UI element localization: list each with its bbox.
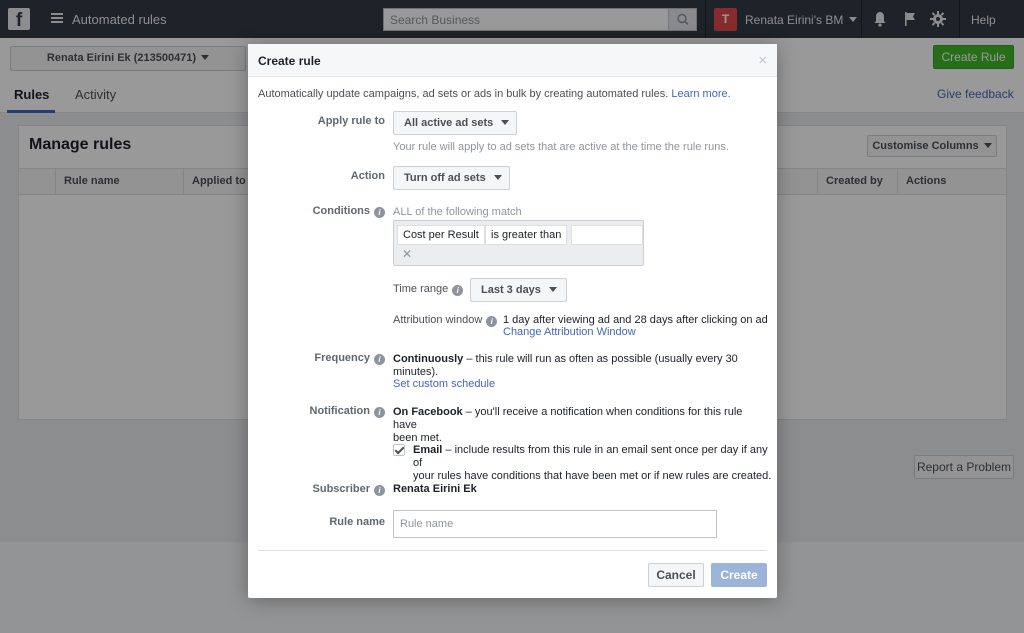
frequency-mode: Continuously xyxy=(393,353,464,365)
action-label: Action xyxy=(350,170,385,182)
time-range-value: Last 3 days xyxy=(481,284,541,296)
condition-metric-dropdown[interactable]: Cost per Result xyxy=(397,225,485,245)
subscriber-label-text: Subscriber xyxy=(312,483,370,495)
apply-rule-to-hint: Your rule will apply to ad sets that are… xyxy=(393,141,729,153)
description-text: Automatically update campaigns, ad sets … xyxy=(258,88,669,100)
create-button[interactable]: Create xyxy=(711,563,767,587)
conditions-label-text: Conditions xyxy=(312,205,370,217)
time-range-label: Time range i xyxy=(393,283,464,296)
attribution-label-text: Attribution window xyxy=(393,314,483,326)
apply-rule-to-value: All active ad sets xyxy=(404,117,494,129)
info-icon[interactable]: i xyxy=(486,316,498,327)
close-icon[interactable]: × xyxy=(758,52,767,69)
cancel-button[interactable]: Cancel xyxy=(648,563,704,587)
learn-more-link[interactable]: Learn more. xyxy=(671,88,730,100)
info-icon[interactable]: i xyxy=(452,285,464,296)
email-label: Email xyxy=(413,444,443,456)
conditions-match-text: ALL of the following match xyxy=(393,206,522,218)
notification-mode: On Facebook xyxy=(393,406,463,418)
frequency-text: – this rule will run as often as possibl… xyxy=(463,353,738,365)
frequency-label-text: Frequency xyxy=(314,352,370,364)
info-icon[interactable]: i xyxy=(374,485,385,496)
apply-rule-to-label: Apply rule to xyxy=(317,115,385,127)
condition-row: Cost per Result is greater than ✕ xyxy=(393,220,644,266)
condition-value-input[interactable] xyxy=(571,225,643,245)
email-checkbox[interactable] xyxy=(393,444,405,456)
action-dropdown[interactable]: Turn off ad sets xyxy=(393,166,510,190)
email-text: – include results from this rule in an e… xyxy=(413,444,768,469)
footer-divider xyxy=(258,550,767,551)
dialog-title: Create rule xyxy=(258,54,321,68)
condition-operator-dropdown[interactable]: is greater than xyxy=(485,225,568,245)
dialog-header: Create rule × xyxy=(248,44,777,77)
time-range-dropdown[interactable]: Last 3 days xyxy=(470,278,567,302)
dialog-description: Automatically update campaigns, ad sets … xyxy=(258,88,731,100)
conditions-label: Conditions i xyxy=(248,205,385,218)
attribution-window-label: Attribution window i xyxy=(393,314,498,327)
rule-name-input[interactable] xyxy=(393,510,717,538)
change-attribution-window-link[interactable]: Change Attribution Window xyxy=(503,326,636,339)
notification-label-text: Notification xyxy=(309,405,371,417)
frequency-label: Frequency i xyxy=(248,352,385,365)
chevron-down-icon xyxy=(493,175,502,180)
frequency-text-cont: minutes). xyxy=(393,366,439,378)
create-rule-dialog: Create rule × Automatically update campa… xyxy=(248,44,777,598)
remove-condition-icon[interactable]: ✕ xyxy=(402,247,412,261)
email-text-cont: your rules have conditions that have bee… xyxy=(413,470,772,482)
action-value: Turn off ad sets xyxy=(404,172,486,184)
frequency-description: Continuously – this rule will run as oft… xyxy=(393,353,763,379)
info-icon[interactable]: i xyxy=(374,407,385,418)
email-description: Email – include results from this rule i… xyxy=(413,444,773,483)
time-range-label-text: Time range xyxy=(393,283,449,295)
subscriber-label: Subscriber i xyxy=(248,483,385,496)
notification-description: On Facebook – you'll receive a notificat… xyxy=(393,406,763,445)
info-icon[interactable]: i xyxy=(374,207,385,218)
subscriber-value: Renata Eirini Ek xyxy=(393,483,477,495)
info-icon[interactable]: i xyxy=(374,354,385,365)
notification-label: Notification i xyxy=(248,405,385,418)
rule-name-label: Rule name xyxy=(329,516,385,528)
apply-rule-to-dropdown[interactable]: All active ad sets xyxy=(393,111,517,135)
chevron-down-icon xyxy=(501,120,510,125)
chevron-down-icon xyxy=(548,287,557,292)
set-custom-schedule-link[interactable]: Set custom schedule xyxy=(393,378,495,391)
notification-text-cont: been met. xyxy=(393,432,442,444)
